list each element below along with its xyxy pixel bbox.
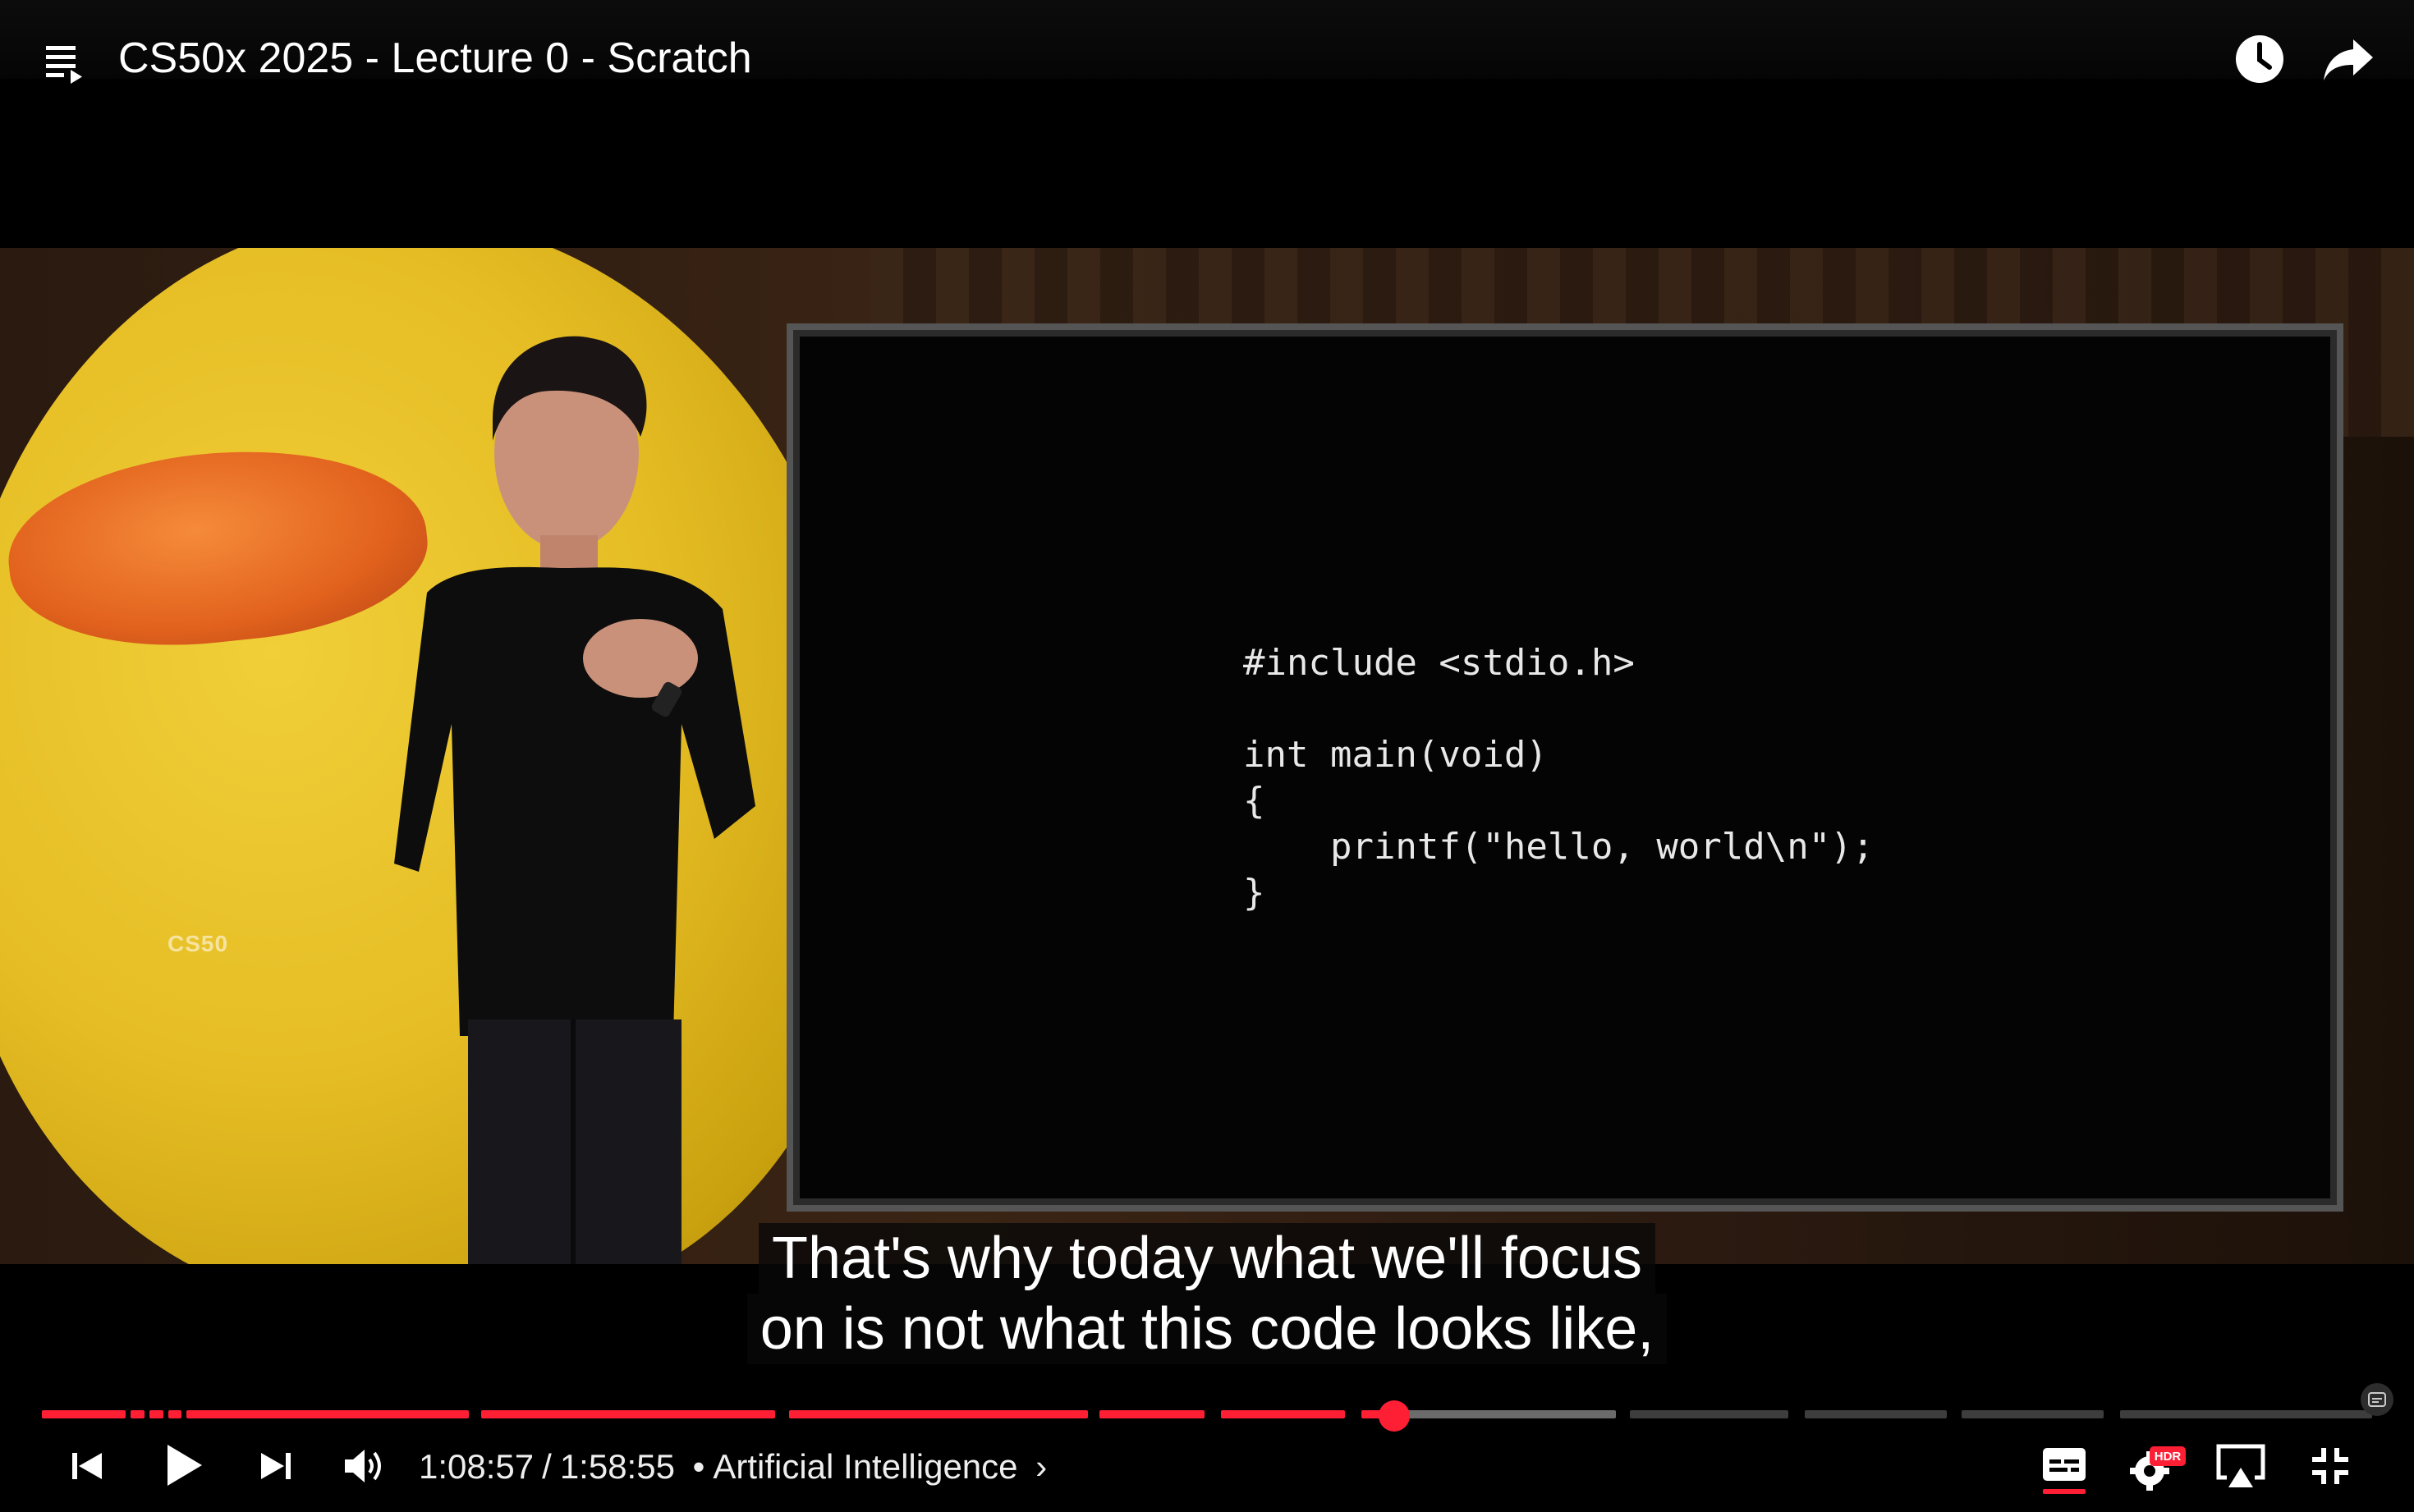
lecturer xyxy=(394,336,755,1264)
chapter-segment[interactable] xyxy=(1961,1410,2104,1418)
video-frame[interactable]: CS50 #include <stdio.h> int main(void) {… xyxy=(0,248,2414,1264)
previous-icon[interactable] xyxy=(67,1446,107,1486)
progress-bar[interactable] xyxy=(39,1410,2375,1418)
chapter-segment[interactable] xyxy=(149,1410,163,1418)
presentation-screen: #include <stdio.h> int main(void) { prin… xyxy=(787,323,2343,1212)
chapter-segment[interactable] xyxy=(1221,1410,1345,1418)
volume-icon[interactable] xyxy=(342,1445,388,1487)
clock-icon[interactable] xyxy=(2235,34,2284,84)
chapter-segment[interactable] xyxy=(186,1410,470,1418)
chapter-segment[interactable] xyxy=(42,1410,126,1418)
settings-icon[interactable]: HDR xyxy=(2128,1445,2187,1491)
chapter-segment[interactable] xyxy=(2120,1410,2372,1418)
chapter-dot: • xyxy=(692,1447,705,1486)
caption-line-2: on is not what this code looks like, xyxy=(746,1294,1668,1364)
caption-line-1-wrap: That's why today what we'll focus xyxy=(0,1223,2414,1294)
progress-scrubber[interactable] xyxy=(1378,1400,1410,1432)
caption-line-1: That's why today what we'll focus xyxy=(759,1223,1655,1294)
time-separator: / xyxy=(542,1447,552,1486)
playlist-icon[interactable] xyxy=(44,43,87,85)
chapter-segment[interactable] xyxy=(789,1410,1088,1418)
chapter-segment[interactable] xyxy=(1099,1410,1205,1418)
exit-fullscreen-icon[interactable] xyxy=(2309,1445,2352,1487)
time-display: 1:08:57/1:58:55 • Artificial Intelligence… xyxy=(419,1446,1047,1487)
current-time: 1:08:57 xyxy=(419,1447,535,1486)
play-icon[interactable] xyxy=(161,1441,205,1489)
chapter-segment[interactable] xyxy=(1805,1410,1948,1418)
slide-code: #include <stdio.h> int main(void) { prin… xyxy=(1243,642,1875,914)
chapter-segment[interactable] xyxy=(131,1410,145,1418)
chapter-segment[interactable] xyxy=(1629,1410,1788,1418)
chevron-right-icon[interactable]: › xyxy=(1035,1447,1047,1486)
caption-tool-icon[interactable] xyxy=(2360,1382,2394,1417)
airplay-icon[interactable] xyxy=(2214,1443,2268,1491)
hdr-badge: HDR xyxy=(2155,1450,2182,1464)
caption-line-2-wrap: on is not what this code looks like, xyxy=(0,1294,2414,1364)
cs50-logo: CS50 xyxy=(168,931,229,956)
chapter-title[interactable]: Artificial Intelligence xyxy=(713,1447,1017,1486)
next-icon[interactable] xyxy=(256,1446,296,1486)
duration: 1:58:55 xyxy=(559,1447,675,1486)
chapter-segment[interactable] xyxy=(480,1410,775,1418)
slide: #include <stdio.h> int main(void) { prin… xyxy=(800,337,2330,1198)
share-icon[interactable] xyxy=(2322,38,2375,84)
chapter-segment-remaining[interactable] xyxy=(1393,1410,1616,1418)
video-title[interactable]: CS50x 2025 - Lecture 0 - Scratch xyxy=(118,31,752,85)
subtitles-icon[interactable] xyxy=(2040,1445,2089,1496)
chapter-segment[interactable] xyxy=(168,1410,182,1418)
